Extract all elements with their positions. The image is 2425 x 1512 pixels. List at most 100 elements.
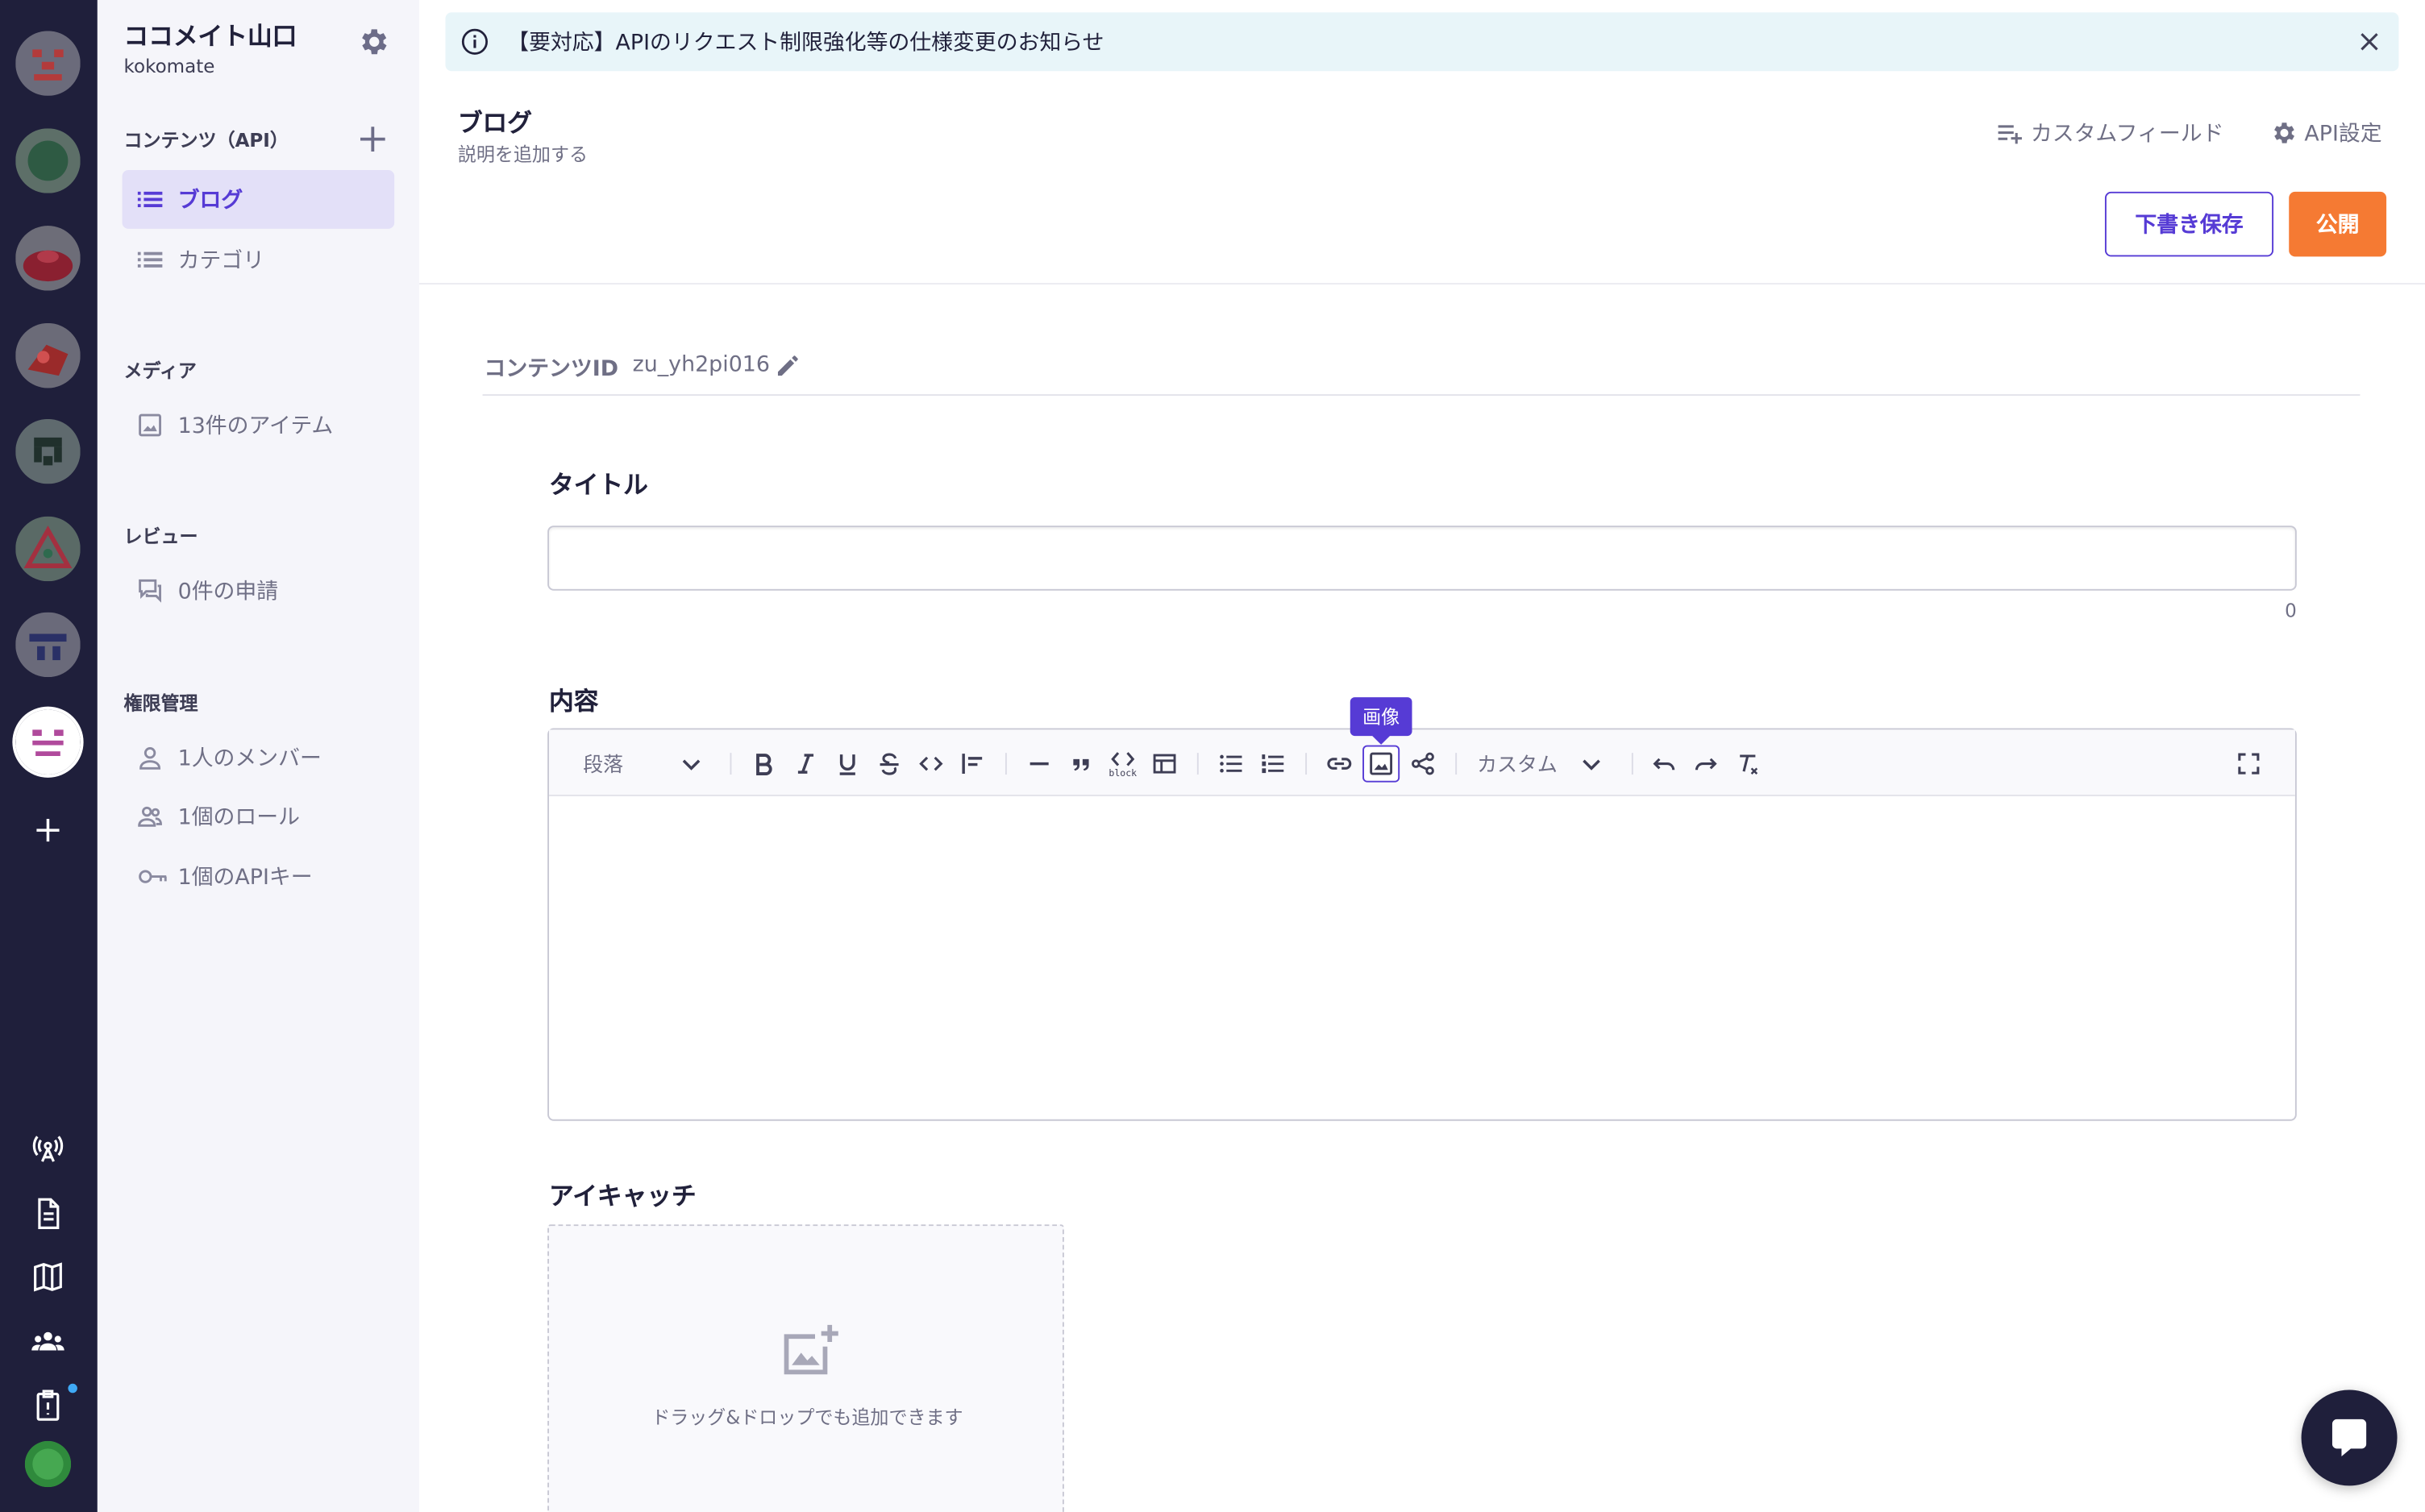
embed-button[interactable] [1404, 746, 1441, 783]
user-avatar[interactable] [24, 1440, 72, 1488]
chevron-down-icon[interactable] [679, 751, 704, 776]
table-button[interactable] [1146, 746, 1183, 783]
rich-text-editor[interactable]: 段落 block カスタム [547, 728, 2297, 1121]
service-avatar-7[interactable] [15, 612, 81, 678]
notice-banner[interactable]: 【要対応】APIのリクエスト制限強化等の仕様変更のお知らせ [445, 12, 2399, 72]
ordered-list-button[interactable] [1254, 746, 1292, 783]
info-icon [461, 28, 489, 55]
side-menu: ココメイト山口 kokomate コンテンツ（API） ブログ カテゴリ メディ… [97, 0, 419, 1512]
link-button[interactable] [1321, 746, 1358, 783]
undo-button[interactable] [1645, 746, 1683, 783]
sidebar-item-label: 0件の申請 [177, 579, 279, 605]
add-photo-icon [784, 1324, 838, 1375]
redo-button[interactable] [1687, 746, 1724, 783]
service-rail [0, 0, 98, 1512]
publish-button[interactable]: 公開 [2289, 191, 2387, 257]
link-icon [1327, 758, 1352, 770]
service-avatar-3[interactable] [15, 226, 81, 291]
map-icon[interactable] [29, 1258, 66, 1295]
eyecatch-field-label: アイキャッチ [549, 1181, 697, 1211]
horizontal-rule-icon [1029, 762, 1049, 766]
service-settings-gear-icon[interactable] [357, 25, 391, 59]
broadcast-icon[interactable] [29, 1130, 66, 1167]
editor-body[interactable] [549, 798, 2295, 1119]
sidebar-item-blog[interactable]: ブログ [122, 170, 395, 229]
clear-format-button[interactable] [1729, 746, 1766, 783]
ordered-list-icon [1262, 754, 1284, 774]
close-icon[interactable] [2356, 28, 2384, 56]
toolbar-separator [1305, 753, 1308, 775]
page-title: ブログ [457, 108, 532, 138]
sidebar-item-label: 1個のロール [177, 805, 301, 831]
sidebar-item-label: 1個のAPIキー [177, 866, 313, 891]
chat-support-button[interactable] [2301, 1389, 2398, 1486]
document-icon[interactable] [29, 1195, 66, 1232]
api-settings-label: API設定 [2304, 122, 2382, 147]
align-button[interactable] [955, 746, 992, 783]
horizontal-rule-button[interactable] [1021, 746, 1058, 783]
paragraph-select[interactable]: 段落 [583, 748, 623, 778]
service-avatar-2[interactable] [15, 128, 81, 193]
community-icon[interactable] [29, 1323, 66, 1360]
add-service-icon[interactable] [29, 812, 66, 849]
sidebar-item-roles[interactable]: 1個のロール [123, 787, 395, 845]
code-block-button[interactable]: block [1104, 746, 1142, 783]
list-icon [137, 247, 163, 272]
fullscreen-icon [2238, 753, 2260, 775]
body-field-label: 内容 [549, 686, 599, 717]
toolbar-separator [1196, 753, 1199, 775]
api-settings-link[interactable]: API設定 [2270, 118, 2382, 148]
title-input[interactable] [547, 525, 2297, 591]
key-icon [138, 864, 168, 889]
align-left-icon [962, 754, 983, 775]
strikethrough-button[interactable] [871, 746, 908, 783]
service-avatar-4[interactable] [15, 322, 81, 388]
italic-button[interactable] [787, 746, 824, 783]
toolbar-separator [1631, 753, 1633, 775]
service-avatar-5[interactable] [15, 418, 81, 484]
sidebar-item-review[interactable]: 0件の申請 [123, 561, 395, 620]
code-block-icon [1111, 751, 1135, 766]
service-avatar-1[interactable] [15, 31, 81, 96]
sidebar-item-label: ブログ [177, 189, 243, 214]
bold-button[interactable] [746, 746, 783, 783]
blockquote-button[interactable] [1063, 746, 1100, 783]
custom-field-link[interactable]: カスタムフィールド [1997, 118, 2224, 148]
inline-code-button[interactable] [913, 746, 950, 783]
code-icon [919, 756, 943, 771]
custom-field-label: カスタムフィールド [2030, 122, 2224, 147]
announcement-icon[interactable] [29, 1387, 66, 1424]
bullet-list-button[interactable] [1212, 746, 1250, 783]
eyecatch-dropzone[interactable]: ドラッグ&ドロップでも追加できます [547, 1224, 1064, 1512]
underline-button[interactable] [829, 746, 866, 783]
image-button[interactable] [1362, 745, 1400, 783]
pencil-icon[interactable] [775, 351, 803, 379]
fullscreen-button[interactable] [2230, 746, 2267, 783]
toolbar-separator [1455, 753, 1458, 775]
review-section-heading: レビュー [123, 525, 198, 548]
redo-icon [1695, 758, 1717, 771]
service-avatar-6[interactable] [15, 516, 81, 582]
chevron-down-icon[interactable] [1579, 751, 1604, 776]
undo-icon [1653, 758, 1675, 771]
sidebar-item-api-keys[interactable]: 1個のAPIキー [123, 847, 395, 906]
sidebar-item-label: 13件のアイテム [177, 414, 334, 439]
comment-icon [138, 578, 163, 603]
add-description-link[interactable]: 説明を追加する [458, 141, 588, 168]
add-api-plus-icon[interactable] [357, 123, 388, 154]
custom-select[interactable]: カスタム [1477, 748, 1558, 778]
sidebar-item-members[interactable]: 1人のメンバー [123, 728, 395, 787]
toolbar-separator [730, 753, 732, 775]
bullet-list-icon [1220, 754, 1242, 773]
save-draft-button[interactable]: 下書き保存 [2104, 191, 2274, 257]
dropzone-text: ドラッグ&ドロップでも追加できます [651, 1406, 963, 1429]
person-icon [138, 746, 163, 771]
sidebar-item-category[interactable]: カテゴリ [123, 231, 395, 289]
main-content: 【要対応】APIのリクエスト制限強化等の仕様変更のお知らせ ブログ 説明を追加す… [418, 0, 2425, 1512]
notice-text[interactable]: 【要対応】APIのリクエスト制限強化等の仕様変更のお知らせ [507, 27, 1104, 57]
service-avatar-kokomate[interactable] [15, 709, 81, 775]
clear-format-icon [1740, 754, 1758, 775]
italic-icon [797, 754, 814, 774]
sidebar-item-media[interactable]: 13件のアイテム [123, 396, 395, 455]
image-icon [1370, 752, 1393, 775]
